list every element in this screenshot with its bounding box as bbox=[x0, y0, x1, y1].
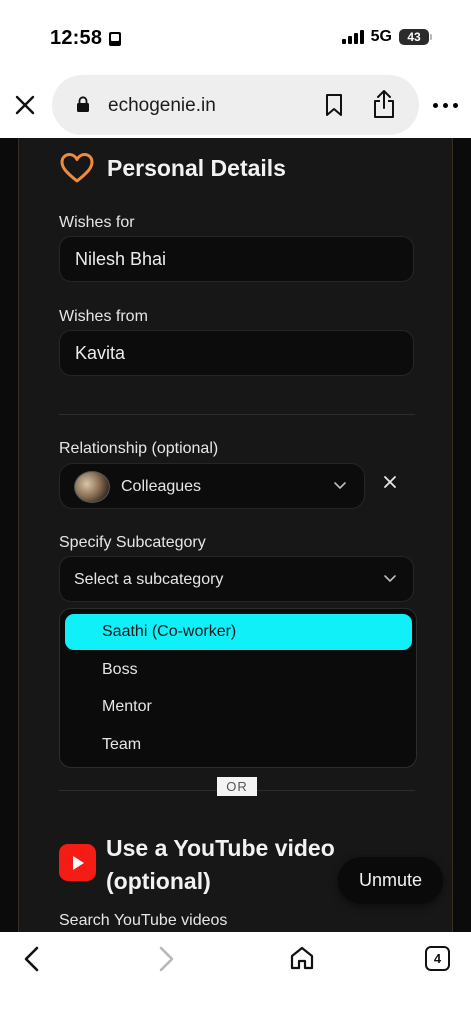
relationship-select[interactable]: Colleagues bbox=[59, 463, 365, 509]
bookmark-icon[interactable] bbox=[325, 93, 343, 117]
youtube-search-label: Search YouTube videos bbox=[59, 912, 228, 929]
option-boss[interactable]: Boss bbox=[102, 661, 138, 679]
more-icon[interactable] bbox=[433, 103, 458, 108]
relationship-label: Relationship (optional) bbox=[59, 440, 219, 457]
clock-text: 12:58 bbox=[50, 27, 103, 49]
youtube-title: Use a YouTube video (optional) bbox=[106, 835, 335, 894]
wishes-for-label: Wishes for bbox=[59, 214, 135, 231]
back-icon[interactable] bbox=[22, 946, 42, 972]
lock-icon bbox=[77, 96, 89, 112]
option-mentor[interactable]: Mentor bbox=[102, 698, 152, 716]
unmute-button[interactable]: Unmute bbox=[338, 857, 443, 904]
share-icon[interactable] bbox=[372, 89, 396, 119]
wishes-from-input[interactable]: Kavita bbox=[59, 330, 414, 376]
status-time: 12:58 bbox=[50, 27, 122, 50]
wishes-for-input[interactable]: Nilesh Bhai bbox=[59, 236, 414, 282]
section-title: Personal Details bbox=[107, 154, 286, 181]
chevron-down-icon bbox=[384, 575, 396, 583]
address-bar[interactable]: echogenie.in bbox=[52, 75, 419, 135]
browser-bottom-nav: 4 bbox=[0, 932, 471, 1024]
subcategory-placeholder: Select a subcategory bbox=[74, 571, 224, 588]
close-icon bbox=[15, 95, 35, 115]
page-content: Personal Details Wishes for Nilesh Bhai … bbox=[0, 138, 471, 932]
status-indicators: 5G 43 bbox=[341, 28, 432, 46]
wishes-from-label: Wishes from bbox=[59, 308, 148, 325]
home-icon[interactable] bbox=[289, 945, 315, 971]
battery-level: 43 bbox=[407, 30, 421, 44]
or-badge: OR bbox=[217, 777, 257, 796]
status-bar: 12:58 5G 43 bbox=[0, 0, 471, 70]
tabs-button[interactable]: 4 bbox=[425, 946, 450, 971]
battery-icon: 43 bbox=[399, 29, 432, 45]
form-card: Personal Details Wishes for Nilesh Bhai … bbox=[18, 138, 453, 932]
url-text: echogenie.in bbox=[108, 95, 216, 116]
option-saathi[interactable]: Saathi (Co-worker) bbox=[65, 614, 412, 650]
relationship-value: Colleagues bbox=[121, 478, 202, 495]
focus-icon bbox=[109, 31, 122, 46]
youtube-header: Use a YouTube video (optional) bbox=[59, 832, 346, 898]
clear-relationship-icon[interactable] bbox=[383, 475, 397, 489]
avatar bbox=[74, 471, 110, 503]
subcategory-dropdown: Saathi (Co-worker) Boss Mentor Team bbox=[59, 608, 417, 768]
subcategory-select[interactable]: Select a subcategory bbox=[59, 556, 414, 602]
browser-toolbar: echogenie.in bbox=[0, 70, 471, 138]
option-label: Saathi (Co-worker) bbox=[102, 623, 237, 640]
section-header: Personal Details bbox=[59, 152, 286, 184]
close-button[interactable] bbox=[12, 92, 38, 118]
network-type: 5G bbox=[370, 28, 392, 45]
option-team[interactable]: Team bbox=[102, 736, 141, 754]
heart-icon bbox=[60, 153, 94, 183]
tab-count: 4 bbox=[433, 951, 442, 966]
signal-icon bbox=[341, 30, 364, 44]
chevron-down-icon bbox=[334, 482, 346, 490]
subcategory-label: Specify Subcategory bbox=[59, 534, 206, 551]
forward-icon[interactable] bbox=[156, 946, 176, 972]
youtube-icon bbox=[59, 844, 96, 881]
divider bbox=[59, 414, 415, 415]
